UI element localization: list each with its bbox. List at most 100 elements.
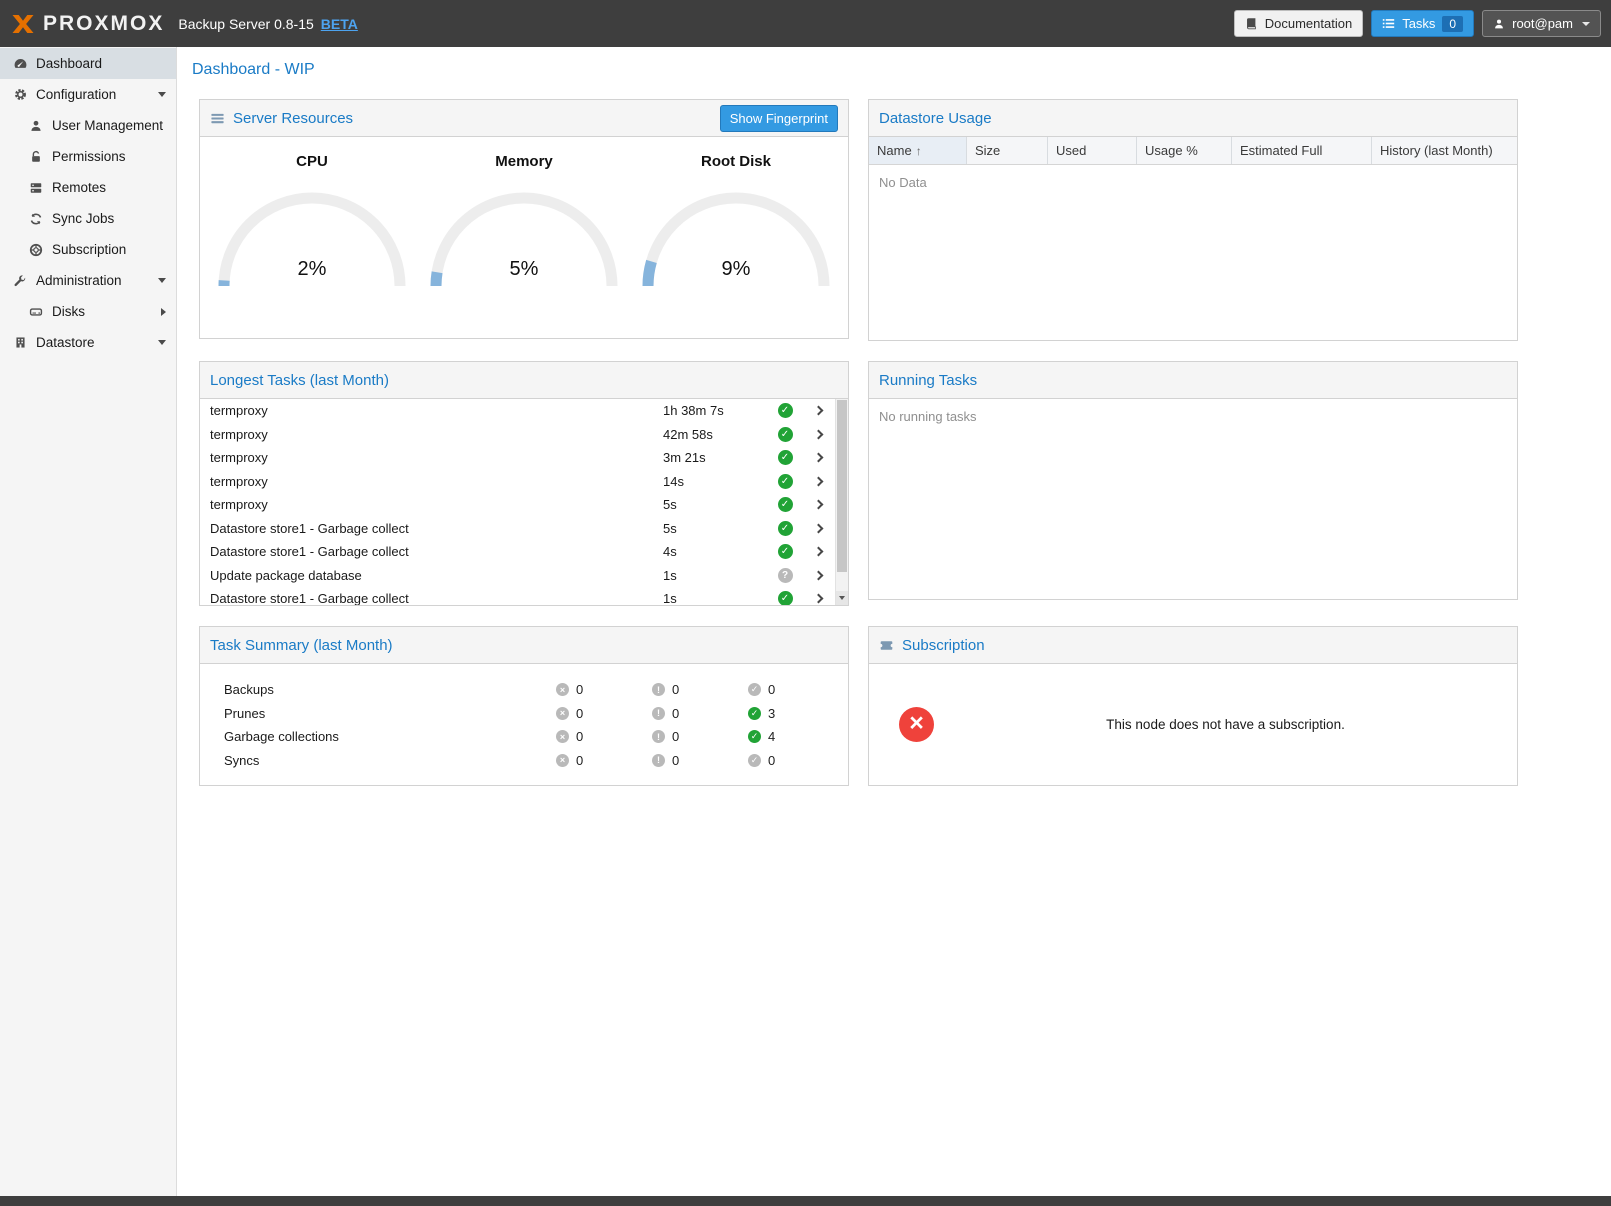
task-row[interactable]: termproxy1h 38m 7s✓ bbox=[200, 399, 835, 423]
task-name: Update package database bbox=[210, 568, 663, 583]
column-header-label: History (last Month) bbox=[1380, 143, 1493, 158]
sidebar-item-sync-jobs[interactable]: Sync Jobs bbox=[0, 203, 176, 234]
gauge-value: 9% bbox=[636, 258, 836, 281]
warnings-count: 0 bbox=[672, 729, 679, 744]
sidebar-item-label: Remotes bbox=[52, 180, 166, 195]
sidebar-item-permissions[interactable]: Permissions bbox=[0, 141, 176, 172]
sidebar-item-dashboard[interactable]: Dashboard bbox=[0, 48, 176, 79]
task-summary-rows: Backups×0!0✓0Prunes×0!0✓3Garbage collect… bbox=[200, 664, 848, 785]
chevron-down-icon bbox=[1582, 22, 1590, 26]
ok-count-icon: ✓ bbox=[748, 683, 761, 696]
chevron-right-icon[interactable] bbox=[813, 406, 823, 416]
datastore-usage-title: Datastore Usage bbox=[879, 110, 992, 127]
error-count-icon: × bbox=[556, 707, 569, 720]
column-header-label: Name bbox=[877, 143, 912, 158]
user-label: root@pam bbox=[1512, 16, 1573, 31]
status-ok-icon: ✓ bbox=[778, 591, 793, 605]
user-icon bbox=[28, 119, 44, 133]
task-name: termproxy bbox=[210, 450, 663, 465]
chevron-right-icon[interactable] bbox=[813, 476, 823, 486]
sidebar-item-disks[interactable]: Disks bbox=[0, 296, 176, 327]
sidebar-item-user-management[interactable]: User Management bbox=[0, 110, 176, 141]
datastore-usage-body: Name ↑ SizeUsedUsage % Estimated Full Histor… bbox=[869, 137, 1517, 340]
status-ok-icon: ✓ bbox=[778, 521, 793, 536]
sort-asc-icon: ↑ bbox=[916, 144, 922, 158]
documentation-button[interactable]: Documentation bbox=[1234, 10, 1363, 37]
status-ok-icon: ✓ bbox=[778, 474, 793, 489]
status-ok-icon: ✓ bbox=[778, 403, 793, 418]
sidebar-item-datastore[interactable]: Datastore bbox=[0, 327, 176, 358]
task-summary-row: Prunes×0!0✓3 bbox=[200, 702, 848, 726]
chevron-right-icon[interactable] bbox=[813, 523, 823, 533]
task-row[interactable]: Datastore store1 - Garbage collect4s✓ bbox=[200, 540, 835, 564]
task-row[interactable]: termproxy42m 58s✓ bbox=[200, 423, 835, 447]
longest-tasks-title: Longest Tasks (last Month) bbox=[210, 372, 389, 389]
scrollbar-down-button[interactable] bbox=[836, 591, 848, 605]
column-header-used[interactable]: Used bbox=[1048, 137, 1137, 164]
sidebar-item-administration[interactable]: Administration bbox=[0, 265, 176, 296]
ticket-icon bbox=[879, 638, 894, 653]
task-status-cell: ✓ bbox=[769, 544, 801, 559]
warning-count-icon: ! bbox=[652, 730, 665, 743]
tachometer-icon bbox=[12, 56, 28, 71]
task-row[interactable]: termproxy3m 21s✓ bbox=[200, 446, 835, 470]
running-tasks-empty-text: No running tasks bbox=[869, 399, 1517, 434]
task-open-cell bbox=[801, 501, 835, 508]
task-summary-panel: Task Summary (last Month) Backups×0!0✓0P… bbox=[199, 626, 849, 786]
status-ok-icon: ✓ bbox=[778, 497, 793, 512]
sidebar-item-label: Configuration bbox=[36, 87, 150, 102]
main-content: Dashboard - WIP Server Resources Show Fi… bbox=[177, 47, 1611, 1196]
sidebar-item-subscription[interactable]: Subscription bbox=[0, 234, 176, 265]
task-name: termproxy bbox=[210, 427, 663, 442]
task-row[interactable]: Datastore store1 - Garbage collect5s✓ bbox=[200, 517, 835, 541]
task-summary-title: Task Summary (last Month) bbox=[210, 637, 393, 654]
sidebar-item-remotes[interactable]: Remotes bbox=[0, 172, 176, 203]
task-row[interactable]: Update package database1s? bbox=[200, 564, 835, 588]
show-fingerprint-button[interactable]: Show Fingerprint bbox=[720, 105, 838, 132]
user-menu-button[interactable]: root@pam bbox=[1482, 10, 1601, 37]
task-status-cell: ✓ bbox=[769, 497, 801, 512]
sidebar-item-configuration[interactable]: Configuration bbox=[0, 79, 176, 110]
task-summary-label: Syncs bbox=[224, 753, 556, 768]
task-open-cell bbox=[801, 407, 835, 414]
status-ok-icon: ✓ bbox=[778, 544, 793, 559]
error-count-icon: × bbox=[556, 754, 569, 767]
gauge-title: Root Disk bbox=[636, 153, 836, 170]
task-open-cell bbox=[801, 595, 835, 602]
beta-link[interactable]: BETA bbox=[321, 16, 358, 32]
chevron-right-icon[interactable] bbox=[813, 570, 823, 580]
sidebar-item-label: Subscription bbox=[52, 242, 166, 257]
server-stack-icon bbox=[28, 181, 44, 195]
panels-grid: Server Resources Show Fingerprint CPU2%M… bbox=[177, 79, 1611, 786]
user-icon bbox=[1493, 18, 1505, 30]
scrollbar[interactable] bbox=[835, 399, 848, 605]
chevron-right-icon[interactable] bbox=[813, 429, 823, 439]
task-summary-row: Backups×0!0✓0 bbox=[200, 678, 848, 702]
task-row[interactable]: termproxy5s✓ bbox=[200, 493, 835, 517]
task-row[interactable]: Datastore store1 - Garbage collect1s✓ bbox=[200, 587, 835, 605]
task-row[interactable]: termproxy14s✓ bbox=[200, 470, 835, 494]
task-summary-row: Garbage collections×0!0✓4 bbox=[200, 725, 848, 749]
task-duration: 1s bbox=[663, 568, 769, 583]
datastore-usage-header: Datastore Usage bbox=[869, 100, 1517, 137]
ok-count-icon: ✓ bbox=[748, 707, 761, 720]
sidebar-item-label: Dashboard bbox=[36, 56, 166, 71]
column-header-usage[interactable]: Usage % bbox=[1137, 137, 1232, 164]
chevron-right-icon[interactable] bbox=[813, 547, 823, 557]
topbar-actions: Documentation Tasks 0 root@pam bbox=[1234, 10, 1601, 37]
column-header-label: Estimated Full bbox=[1240, 143, 1322, 158]
tasks-button[interactable]: Tasks 0 bbox=[1371, 10, 1474, 37]
chevron-right-icon[interactable] bbox=[813, 500, 823, 510]
chevron-right-icon[interactable] bbox=[813, 594, 823, 604]
ok-group: ✓0 bbox=[748, 682, 844, 697]
tasks-label: Tasks bbox=[1402, 16, 1435, 31]
running-tasks-panel: Running Tasks No running tasks bbox=[868, 361, 1518, 600]
chevron-right-icon[interactable] bbox=[813, 453, 823, 463]
column-header-size[interactable]: Size bbox=[967, 137, 1048, 164]
task-summary-label: Prunes bbox=[224, 706, 556, 721]
column-header-history-last-month[interactable]: History (last Month) bbox=[1372, 137, 1517, 164]
column-header-name[interactable]: Name ↑ bbox=[869, 137, 967, 164]
column-header-estimated-full[interactable]: Estimated Full bbox=[1232, 137, 1372, 164]
scrollbar-thumb[interactable] bbox=[837, 400, 847, 572]
wrench-icon bbox=[12, 274, 28, 288]
